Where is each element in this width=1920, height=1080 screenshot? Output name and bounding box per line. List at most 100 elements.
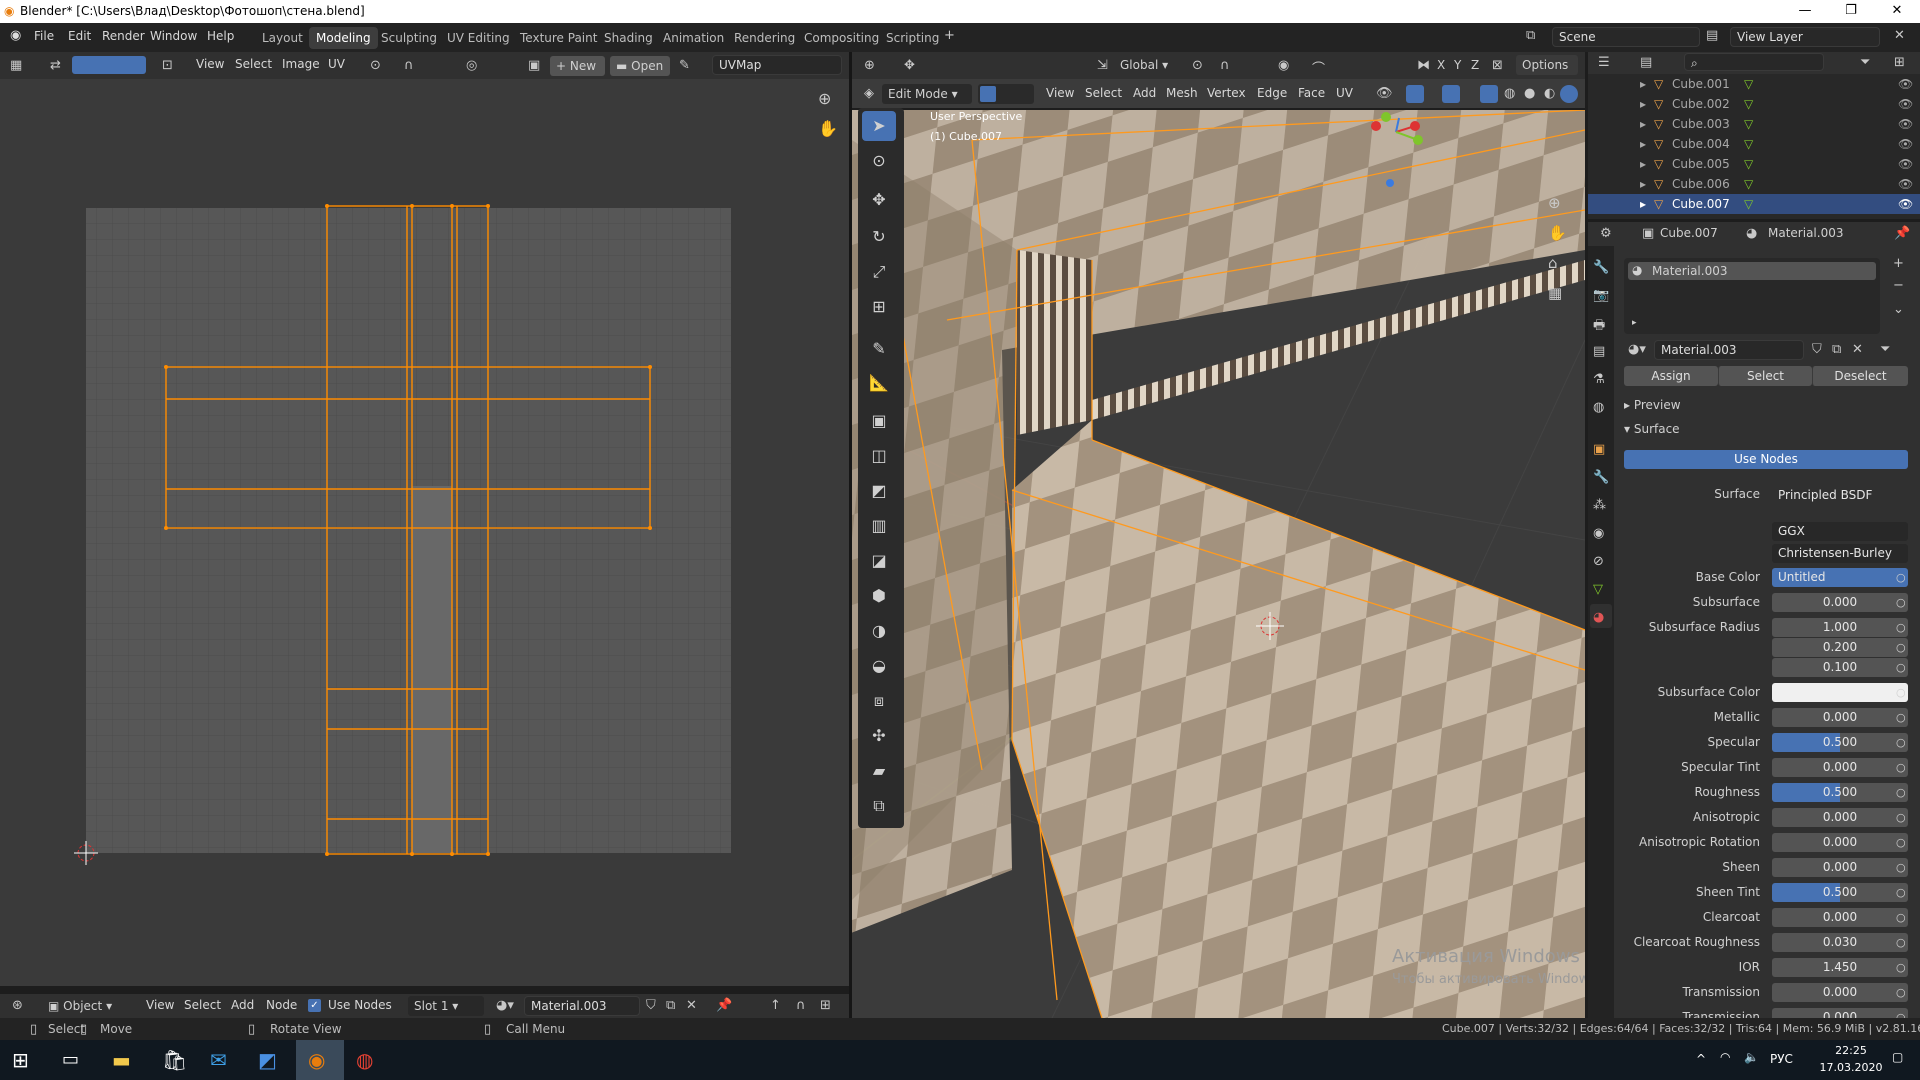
options-dropdown[interactable]: Options ▾ [1516,55,1578,92]
input-value-field[interactable]: 0.200 [1772,638,1908,657]
socket-link-icon[interactable]: ○ [1896,736,1906,749]
material-browse-icon[interactable]: ◕▾ [1628,342,1646,357]
remove-view-layer-icon[interactable]: ✕ [1894,28,1905,43]
select-box-tool-icon[interactable]: ➤ [862,111,896,141]
inset-tool-icon[interactable]: ◫ [862,441,896,471]
socket-link-icon[interactable]: ○ [1896,986,1906,999]
use-nodes-button[interactable]: Use Nodes [1624,450,1908,469]
input-value-field[interactable]: 0.030 [1772,933,1908,952]
clock-time[interactable]: 22:25 [1818,1044,1884,1057]
zoom-icon[interactable]: ⊕ [818,89,831,108]
vp-menu-add[interactable]: Add [1133,86,1156,100]
language-indicator[interactable]: РУС [1770,1052,1793,1066]
node-fake-user-icon[interactable]: ⛉ [646,998,656,1013]
rendered-shading-icon[interactable] [1560,85,1578,103]
node-unlink-icon[interactable]: ✕ [686,998,697,1013]
add-workspace-icon[interactable]: + [944,28,955,43]
clock-date[interactable]: 17.03.2020 [1818,1061,1884,1074]
subsurface-method-dropdown[interactable]: Christensen-Burley [1772,544,1908,563]
input-value-field[interactable]: 0.500 [1772,733,1908,752]
outliner-row[interactable]: ▸ ▽ Cube.005 ▽ 👁 [1588,154,1920,174]
move-tool-icon[interactable]: ✥ [862,185,896,215]
tab-sculpting[interactable]: Sculpting [374,27,444,49]
select-button[interactable]: Select [1718,366,1812,386]
assign-button[interactable]: Assign [1624,366,1718,386]
view-layer-tab-icon[interactable]: ▤ [1593,344,1605,359]
tab-animation[interactable]: Animation [656,27,731,49]
input-value-field[interactable]: 0.000 [1772,758,1908,777]
output-tab-icon[interactable]: 🖶 [1593,316,1605,338]
extrude-tool-icon[interactable]: ▣ [862,406,896,436]
orientation-dropdown[interactable]: Global ▾ [1114,55,1184,75]
zoom-view-icon[interactable]: ⊕ [1548,194,1561,212]
snap-magnet-icon[interactable]: ∩ [1220,58,1230,73]
socket-link-icon[interactable]: ○ [1896,886,1906,899]
mode-dropdown[interactable]: Edit Mode ▾ [882,84,972,104]
uv-menu-image[interactable]: Image [282,57,320,71]
tab-compositing[interactable]: Compositing [797,27,886,49]
input-value-field[interactable]: 0.500 [1772,883,1908,902]
outliner-search[interactable]: ⌕ [1684,53,1824,71]
vp-menu-mesh[interactable]: Mesh [1166,86,1198,100]
outliner-row[interactable]: ▸ ▽ Cube.007 ▽ 👁 [1588,194,1920,214]
input-value-field[interactable]: Untitled [1772,568,1908,587]
use-nodes-checkbox[interactable]: ✓ [308,999,321,1012]
remove-slot-icon[interactable]: − [1893,278,1904,293]
unlink-material-icon[interactable]: ✕ [1852,342,1863,357]
socket-link-icon[interactable]: ○ [1896,836,1906,849]
distribution-dropdown[interactable]: GGX [1772,522,1908,541]
gizmo-toggle-icon[interactable] [1406,85,1424,103]
socket-link-icon[interactable]: ○ [1896,661,1906,674]
3d-viewport[interactable]: User Perspective (1) Cube.007 ⊕ ✋ ⌂ ▦ Ак… [852,110,1585,1018]
expand-arrow-icon[interactable]: ▸ [1640,157,1646,171]
expand-arrow-icon[interactable]: ▸ [1640,117,1646,131]
display-mode-icon[interactable]: ▤ [1640,55,1652,70]
photoshop-icon[interactable]: ◩ [258,1048,277,1072]
tab-modeling[interactable]: Modeling [309,27,378,49]
expand-arrow-icon[interactable]: ▸ [1640,137,1646,151]
tray-up-icon[interactable]: ^ [1696,1052,1706,1066]
tool-tab-icon[interactable]: 🔧 [1593,260,1609,275]
knife-tool-icon[interactable]: ◪ [862,546,896,576]
pivot-icon[interactable]: ⊙ [370,58,381,73]
input-value-field[interactable]: 0.000 [1772,833,1908,852]
socket-link-icon[interactable]: ○ [1896,911,1906,924]
transform-tool-icon[interactable]: ✥ [904,58,915,73]
spin-tool-icon[interactable]: ◑ [862,616,896,646]
material-browse-filter-icon[interactable]: ⏷ [1880,342,1890,357]
new-collection-icon[interactable]: ⊞ [1894,55,1905,70]
uv-editor[interactable]: ⊕ ✋ [0,79,849,986]
proportional-edit-icon[interactable]: ◉ [1278,58,1289,73]
socket-link-icon[interactable]: ○ [1896,621,1906,634]
sticky-select-icon[interactable]: ⊡ [162,58,173,73]
mesh-cube-007[interactable] [852,110,1585,1018]
scene-field[interactable]: Scene [1552,27,1700,47]
vp-menu-face[interactable]: Face [1298,86,1325,100]
tab-layout[interactable]: Layout [255,27,310,49]
scale-tool-icon[interactable]: ⤢ [862,257,896,287]
shader-type-dropdown[interactable]: ▣ Object ▾ [48,996,132,1016]
transform-tool-icon[interactable]: ⊞ [862,292,896,322]
modifier-tab-icon[interactable]: 🔧 [1593,470,1609,485]
auto-merge-icon[interactable]: ⊠ [1492,58,1503,73]
socket-link-icon[interactable]: ○ [1896,936,1906,949]
file-explorer-icon[interactable]: ▬ [112,1048,131,1072]
image-browse-icon[interactable]: ▣ [528,58,540,73]
pan-view-icon[interactable]: ✋ [1548,224,1567,242]
chrome-icon[interactable]: ◍ [356,1048,373,1072]
network-icon[interactable]: ◠ [1720,1050,1730,1064]
socket-link-icon[interactable]: ○ [1896,571,1906,584]
visibility-icon[interactable]: 👁 [1376,86,1393,101]
mesh-data-tab-icon[interactable]: ▽ [1593,582,1603,597]
tab-rendering[interactable]: Rendering [727,27,802,49]
outliner-row[interactable]: ▸ ▽ Cube.006 ▽ 👁 [1588,174,1920,194]
rotate-tool-icon[interactable]: ↻ [862,222,896,252]
node-editor-type-icon[interactable]: ⊛ [12,998,23,1013]
socket-link-icon[interactable]: ○ [1896,686,1906,699]
scene-tab-icon[interactable]: ⚗ [1593,372,1605,387]
input-value-field[interactable]: 0.100 [1772,658,1908,677]
tab-uv-editing[interactable]: UV Editing [440,27,517,49]
menu-render[interactable]: Render [102,29,145,43]
expand-arrow-icon[interactable]: ▸ [1640,197,1646,211]
visibility-eye-icon[interactable]: 👁 [1898,137,1913,151]
